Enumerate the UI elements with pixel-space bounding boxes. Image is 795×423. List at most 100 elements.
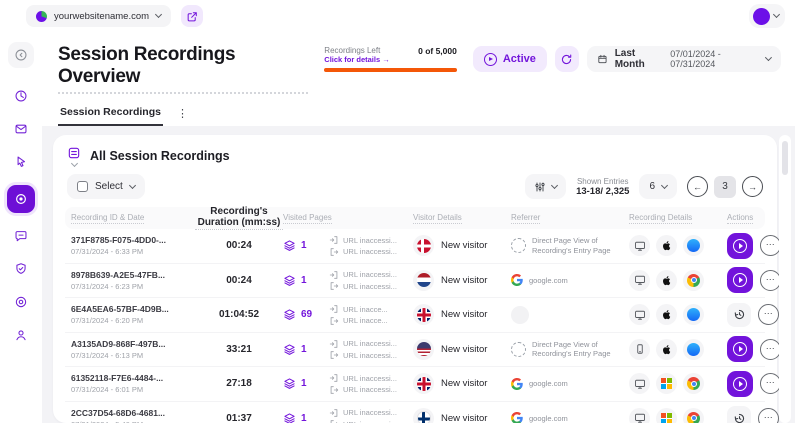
sliders-icon xyxy=(534,181,546,193)
safari-icon xyxy=(687,308,700,321)
exit-page-url[interactable]: URL inaccessi... xyxy=(343,282,397,291)
exit-page-url[interactable]: URL inaccessi... xyxy=(343,351,397,360)
next-page-button[interactable]: → xyxy=(742,176,763,197)
monitor-icon xyxy=(634,412,646,423)
calendar-icon xyxy=(597,53,608,65)
more-actions-button[interactable]: ⋯ xyxy=(760,373,781,394)
recordings-card: All Session Recordings Select xyxy=(53,135,777,423)
device-chip xyxy=(629,339,650,360)
visitor-type: New visitor xyxy=(441,413,487,423)
entry-page-icon xyxy=(329,373,339,383)
ellipsis-icon: ⋯ xyxy=(764,413,774,422)
active-status-button[interactable]: Active xyxy=(473,46,547,72)
scrollbar[interactable] xyxy=(779,135,791,423)
entry-page-url[interactable]: URL inaccessi... xyxy=(343,374,397,383)
recording-date: 07/31/2024 - 6:20 PM xyxy=(71,316,195,325)
exit-page-url[interactable]: URL inaccessi... xyxy=(343,420,397,423)
apple-icon xyxy=(660,239,673,252)
exit-page-icon xyxy=(329,385,339,395)
details-link[interactable]: Click for details → xyxy=(324,55,389,64)
record-icon xyxy=(14,192,28,206)
columns-filter-dropdown[interactable] xyxy=(525,174,566,199)
website-selector[interactable]: yourwebsitename.com xyxy=(26,5,171,27)
monitor-icon xyxy=(634,309,646,321)
sidebar-item-analytics[interactable] xyxy=(8,83,34,109)
recording-processing-button[interactable] xyxy=(727,406,751,423)
table-row: 61352118-F7E6-4484-... 07/31/2024 - 6:01… xyxy=(65,367,765,402)
os-chip xyxy=(656,235,677,256)
exit-page-url[interactable]: URL inacce... xyxy=(343,316,388,325)
layers-icon xyxy=(283,377,296,390)
more-actions-button[interactable]: ⋯ xyxy=(758,408,779,423)
more-actions-button[interactable]: ⋯ xyxy=(758,304,779,325)
shown-entries-label: Shown Entries xyxy=(576,177,629,186)
google-icon xyxy=(511,412,523,423)
chevron-down-icon xyxy=(661,181,668,188)
open-site-button[interactable] xyxy=(181,5,203,27)
browser-chip xyxy=(683,373,704,394)
recording-duration: 01:37 xyxy=(195,413,283,423)
account-menu[interactable] xyxy=(749,4,785,28)
sidebar-item-click-tracking[interactable] xyxy=(8,149,34,175)
page-header: Session Recordings Overview Recordings L… xyxy=(42,32,795,98)
content-area: All Session Recordings Select xyxy=(42,126,795,423)
recording-duration: 33:21 xyxy=(195,344,283,355)
tab-session-recordings[interactable]: Session Recordings xyxy=(58,102,163,126)
device-chip xyxy=(629,235,650,256)
more-actions-button[interactable]: ⋯ xyxy=(760,270,781,291)
scrollbar-thumb[interactable] xyxy=(782,141,788,175)
tab-menu-kebab[interactable]: ⋮ xyxy=(177,107,188,126)
exit-page-icon xyxy=(329,247,339,257)
refresh-button[interactable] xyxy=(555,46,579,72)
ellipsis-icon: ⋯ xyxy=(766,275,776,284)
more-actions-button[interactable]: ⋯ xyxy=(760,339,781,360)
entry-page-url[interactable]: URL inacce... xyxy=(343,305,388,314)
recording-date: 07/31/2024 - 6:01 PM xyxy=(71,385,195,394)
prev-page-button[interactable]: ← xyxy=(687,176,708,197)
topbar: yourwebsitename.com xyxy=(0,0,795,32)
avatar xyxy=(753,8,770,25)
select-all-checkbox[interactable] xyxy=(77,181,88,192)
pagination: ← 3 → xyxy=(687,176,763,198)
entry-page-url[interactable]: URL inaccessi... xyxy=(343,339,397,348)
select-dropdown[interactable]: Select xyxy=(67,174,145,199)
sidebar-item-session-recordings[interactable] xyxy=(7,185,35,213)
refresh-icon xyxy=(560,53,573,66)
play-recording-button[interactable] xyxy=(727,336,753,362)
entry-page-url[interactable]: URL inaccessi... xyxy=(343,236,397,245)
date-range-picker[interactable]: Last Month 07/01/2024 - 07/31/2024 xyxy=(587,46,781,72)
recording-duration: 00:24 xyxy=(195,275,283,286)
entry-page-icon xyxy=(329,270,339,280)
exit-page-icon xyxy=(329,281,339,291)
play-recording-button[interactable] xyxy=(727,267,753,293)
safari-icon xyxy=(687,343,700,356)
sidebar-item-security[interactable] xyxy=(8,256,34,282)
play-recording-button[interactable] xyxy=(727,371,753,397)
sidebar-item-menu[interactable] xyxy=(8,42,34,68)
play-recording-button[interactable] xyxy=(727,233,753,259)
entry-page-url[interactable]: URL inaccessi... xyxy=(343,270,397,279)
website-domain: yourwebsitename.com xyxy=(54,11,149,22)
sidebar-item-goals[interactable] xyxy=(8,289,34,315)
exit-page-icon xyxy=(329,350,339,360)
recording-details xyxy=(629,270,721,291)
sidebar-item-profile[interactable] xyxy=(8,322,34,348)
col-recording-details: Recording Details xyxy=(629,213,721,224)
sidebar-item-forms[interactable] xyxy=(8,116,34,142)
entry-page-url[interactable]: URL inaccessi... xyxy=(343,408,397,417)
exit-page-url[interactable]: URL inaccessi... xyxy=(343,247,397,256)
more-actions-button[interactable]: ⋯ xyxy=(760,235,781,256)
history-icon xyxy=(733,412,746,423)
recording-id: 371F8785-F075-4DD0-... xyxy=(71,235,195,245)
page-size-dropdown[interactable]: 6 xyxy=(639,174,677,199)
visited-pages-count: 1 xyxy=(301,240,307,251)
sidebar-item-chat[interactable] xyxy=(8,223,34,249)
recording-date: 07/31/2024 - 6:33 PM xyxy=(71,247,195,256)
device-chip xyxy=(629,373,650,394)
country-flag xyxy=(413,373,434,394)
row-actions: ⋯ xyxy=(721,233,781,259)
recording-processing-button[interactable] xyxy=(727,303,751,327)
exit-page-url[interactable]: URL inaccessi... xyxy=(343,385,397,394)
chevron-down-icon xyxy=(765,54,772,61)
monitor-icon xyxy=(634,274,646,286)
